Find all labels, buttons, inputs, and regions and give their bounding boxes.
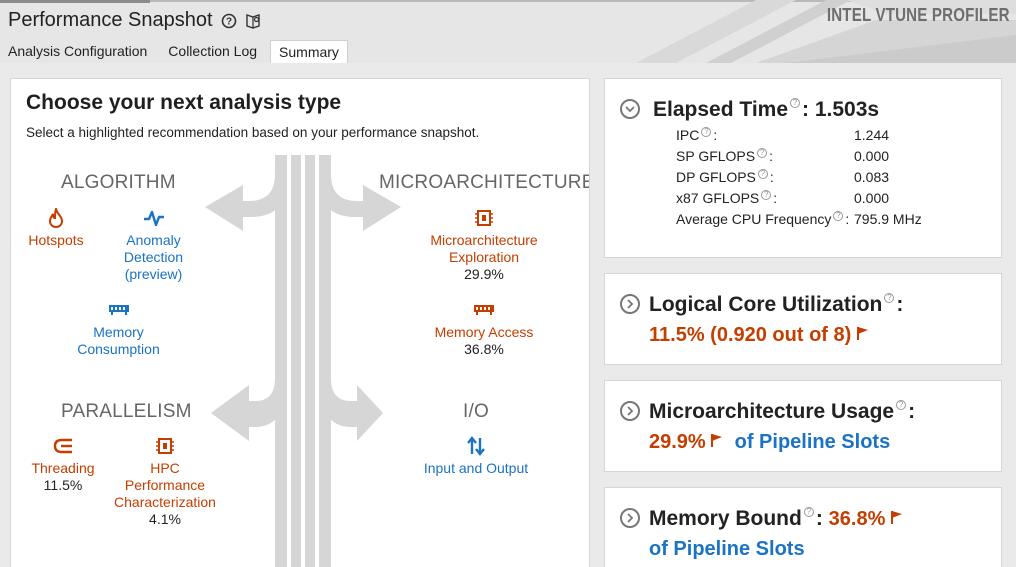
micro-usage-value: 29.9% [649, 431, 706, 453]
memory-bound-value: 36.8% [828, 508, 886, 530]
threading-option[interactable]: Threading 11.5% [24, 435, 102, 494]
section-microarchitecture: MICROARCHITECTURE [379, 172, 590, 193]
help-icon[interactable]: ? [896, 400, 907, 410]
header-bar: Performance Snapshot ? INTEL VTUNE PROFI… [0, 0, 1016, 63]
anomaly-label-1: Anomaly [126, 232, 181, 248]
threading-value: 11.5% [43, 477, 83, 493]
logical-core-card: Logical Core Utilization?: 11.5% (0.920 … [604, 273, 1002, 365]
up-down-arrows-icon [467, 436, 485, 456]
metric-cpu-frequency-value: 795.9 MHz [854, 211, 922, 227]
chip-icon [475, 210, 493, 226]
hpc-label-1: HPC [150, 460, 180, 476]
expand-chevron-icon[interactable] [620, 508, 640, 528]
section-algorithm: ALGORITHM [61, 172, 176, 193]
micro-exploration-label-1: Microarchitecture [430, 232, 538, 248]
help-icon[interactable]: ? [701, 127, 712, 137]
metric-dp-gflops-value: 0.083 [854, 169, 890, 185]
micro-exploration-value: 29.9% [464, 266, 504, 282]
metric-dp-gflops-label: DP GFLOPS?: [676, 169, 774, 185]
help-icon[interactable]: ? [757, 148, 768, 158]
hpc-label-2: Performance [124, 477, 206, 493]
tab-summary[interactable]: Summary [270, 40, 348, 63]
micro-exploration-label-2: Exploration [448, 249, 520, 265]
metric-ipc-value: 1.244 [854, 127, 890, 143]
threading-label: Threading [31, 460, 95, 476]
tab-bar: Analysis Configuration Collection Log Su… [0, 40, 353, 63]
collapse-chevron-icon[interactable] [620, 99, 640, 119]
input-output-option[interactable]: Input and Output [416, 435, 536, 477]
metric-sp-gflops-label: SP GFLOPS?: [676, 148, 773, 164]
tab-analysis-configuration[interactable]: Analysis Configuration [0, 40, 155, 63]
section-io: I/O [463, 401, 489, 422]
memory-consumption-label-1: Memory [93, 324, 144, 340]
help-icon[interactable]: ? [790, 98, 801, 108]
memory-access-value: 36.8% [464, 341, 504, 357]
top-border-accent [0, 0, 150, 3]
memory-bound-card: Memory Bound?: 36.8% of Pipeline Slots [604, 487, 1002, 567]
micro-usage-suffix: of Pipeline Slots [734, 431, 891, 453]
section-parallelism: PARALLELISM [61, 401, 192, 422]
metric-cpu-frequency-label: Average CPU Frequency?: [676, 211, 850, 227]
memory-access-option[interactable]: Memory Access 36.8% [424, 299, 544, 358]
hpc-value: 4.1% [149, 511, 181, 527]
analysis-type-panel: Choose your next analysis type Select a … [10, 78, 590, 567]
input-output-label: Input and Output [423, 460, 529, 476]
flag-icon [711, 434, 723, 447]
metric-sp-gflops-value: 0.000 [854, 148, 890, 164]
metric-x87-gflops-value: 0.000 [854, 190, 890, 206]
help-icon[interactable]: ? [221, 13, 237, 29]
pulse-icon [143, 210, 164, 227]
svg-text:?: ? [226, 16, 232, 27]
micro-usage-title: Microarchitecture Usage [649, 400, 895, 423]
panel-subtitle: Select a highlighted recommendation base… [26, 125, 480, 140]
micro-usage-card: Microarchitecture Usage?: 29.9% of Pipel… [604, 380, 1002, 472]
elapsed-time-title: Elapsed Time [653, 98, 789, 121]
anomaly-label-3: (preview) [124, 266, 183, 282]
help-icon[interactable]: ? [761, 190, 772, 200]
help-icon[interactable]: ? [884, 293, 895, 303]
memory-consumption-option[interactable]: Memory Consumption [66, 299, 171, 358]
memory-access-label: Memory Access [434, 324, 534, 340]
expand-chevron-icon[interactable] [620, 401, 640, 421]
memory-bound-title: Memory Bound [649, 507, 802, 530]
logical-core-value: 11.5% (0.920 out of 8) [649, 324, 852, 346]
ram-icon [108, 305, 129, 315]
memory-consumption-label-2: Consumption [77, 341, 160, 357]
page-title: Performance Snapshot [8, 9, 213, 31]
help-icon[interactable]: ? [833, 211, 844, 221]
microarchitecture-exploration-option[interactable]: Microarchitecture Exploration 29.9% [419, 207, 549, 283]
memory-bound-suffix: of Pipeline Slots [649, 538, 805, 560]
anomaly-detection-option[interactable]: Anomaly Detection (preview) [106, 207, 201, 283]
metric-ipc-label: IPC?: [676, 127, 718, 143]
elapsed-time-card: Elapsed Time?: 1.503s IPC?: 1.244 SP GFL… [604, 78, 1002, 258]
flag-icon [856, 327, 868, 340]
help-icon[interactable]: ? [757, 169, 768, 179]
panel-title: Choose your next analysis type [26, 91, 342, 114]
tab-collection-log[interactable]: Collection Log [160, 40, 265, 63]
book-icon[interactable] [245, 12, 262, 29]
metric-x87-gflops-label: x87 GFLOPS?: [676, 190, 778, 206]
hotspots-option[interactable]: Hotspots [16, 207, 96, 249]
threads-icon [53, 438, 72, 454]
hpc-characterization-option[interactable]: HPC Performance Characterization 4.1% [109, 435, 221, 528]
anomaly-label-2: Detection [123, 249, 184, 265]
expand-chevron-icon[interactable] [620, 294, 640, 314]
help-icon[interactable]: ? [803, 507, 814, 517]
brand-logo: INTEL VTUNE PROFILER [827, 5, 1010, 25]
elapsed-time-value: : 1.503s [802, 98, 880, 121]
flame-icon [48, 208, 64, 228]
hpc-label-3: Characterization [114, 494, 216, 510]
chip-icon [156, 438, 174, 454]
flag-icon [890, 511, 902, 524]
logical-core-title: Logical Core Utilization [649, 293, 883, 316]
ram-icon [474, 305, 494, 315]
hotspots-label: Hotspots [28, 232, 84, 248]
